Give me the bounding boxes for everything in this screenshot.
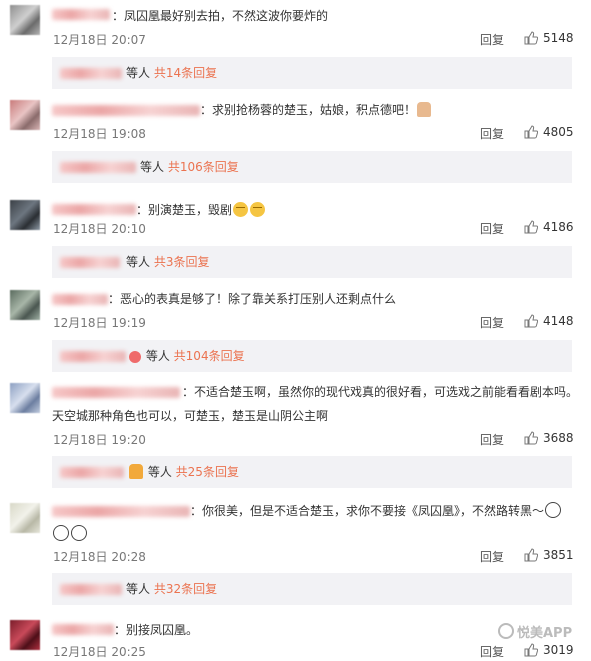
like-count: 4148 [543,314,574,328]
like-count: 4805 [543,125,574,139]
sub-replies-count[interactable]: 共25条回复 [176,465,239,479]
like-count: 3688 [543,431,574,445]
comment-time: 12月18日 19:20 [53,433,146,447]
face-emoji-icon [53,525,69,541]
sub-replies-count[interactable]: 共106条回复 [168,160,239,174]
sub-username-blurred [60,584,122,595]
comment-time: 12月18日 20:25 [53,645,146,659]
thumbs-up-icon [524,314,538,328]
sub-replies-text: 等人 共25条回复 [128,464,239,480]
like-count: 3019 [543,643,574,657]
sub-replies-count[interactable]: 共104条回复 [174,349,245,363]
comment-time: 12月18日 19:19 [53,316,146,330]
avatar[interactable] [10,383,40,413]
like-button[interactable]: 3688 [524,431,574,445]
sub-replies-box[interactable]: 等人 共25条回复 [52,456,572,488]
face-emoji-icon [71,525,87,541]
sub-replies-count[interactable]: 共3条回复 [154,255,210,269]
reply-button[interactable]: 回复 [480,643,504,660]
username-blurred[interactable] [52,506,190,517]
sub-replies-box[interactable]: 等人 共32条回复 [52,573,572,605]
comment-item: ：别演楚玉，毁剧 12月18日 20:10 回复 4186 等人 共3条回复 [0,190,591,285]
like-button[interactable]: 4805 [524,125,574,139]
like-button[interactable]: 5148 [524,31,574,45]
comment-emojis [52,523,551,545]
like-count: 3851 [543,548,574,562]
sub-replies-text: 等人 共106条回复 [140,160,239,174]
reply-button[interactable]: 回复 [480,220,504,237]
comment-text: ：不适合楚玉啊，虽然你的现代戏真的很好看，可选戏之前能看看剧本吗。 [182,385,579,399]
username-blurred[interactable] [52,387,180,398]
avatar[interactable] [10,200,40,230]
comment-text: ：求别抢杨蓉的楚玉，姑娘，积点德吧！ [200,99,551,121]
username-blurred[interactable] [52,204,136,215]
sub-replies-text: 等人 共14条回复 [126,66,218,80]
praying-hands-icon [417,102,432,117]
like-count: 4186 [543,220,574,234]
like-button[interactable]: 3019 [524,643,574,657]
face-emoji-icon [545,502,562,518]
avatar[interactable] [10,290,40,320]
sub-replies-box[interactable]: 等人 共106条回复 [52,151,572,183]
reply-button[interactable]: 回复 [480,548,504,565]
avatar[interactable] [10,620,40,650]
comment-item: ：你很美，但是不适合楚玉，求你不要接《凤囚凰》，不然路转黑～ 12月18日 20… [0,495,591,610]
username-blurred[interactable] [52,9,110,20]
like-button[interactable]: 3851 [524,548,574,562]
heart-eyes-icon [129,351,141,363]
sub-replies-count[interactable]: 共14条回复 [154,66,217,80]
sub-username-blurred [60,351,126,362]
sub-replies-count[interactable]: 共32条回复 [154,582,217,596]
comment-item: ：求别抢杨蓉的楚玉，姑娘，积点德吧！ 12月18日 19:08 回复 4805 … [0,95,591,190]
like-button[interactable]: 4186 [524,220,574,234]
sad-face-icon [233,202,249,217]
avatar[interactable] [10,100,40,130]
reply-button[interactable]: 回复 [480,314,504,331]
like-button[interactable]: 4148 [524,314,574,328]
sub-replies-box[interactable]: 等人 共14条回复 [52,57,572,89]
comment-item: ：恶心的表真是够了！除了靠关系打压别人还剩点什么 12月18日 19:19 回复… [0,285,591,379]
sub-username-blurred [60,467,124,478]
like-count: 5148 [543,31,574,45]
comment-time: 12月18日 19:08 [53,127,146,141]
thumbs-up-icon [524,220,538,234]
emoji-icon [129,464,143,479]
sub-username-blurred [60,68,122,79]
reply-button[interactable]: 回复 [480,125,504,142]
thumbs-up-icon [524,548,538,562]
comment-text: ：你很美，但是不适合楚玉，求你不要接《凤囚凰》，不然路转黑～ [190,500,585,522]
comment-text: ：别接凤囚凰。 [114,623,199,637]
thumbs-up-icon [524,125,538,139]
sub-username-blurred [60,162,136,173]
sad-face-icon [250,202,266,217]
sub-replies-text: 等人 共32条回复 [126,582,218,596]
avatar[interactable] [10,5,40,35]
username-blurred[interactable] [52,105,200,116]
watermark-logo-icon [498,623,514,639]
comment-time: 12月18日 20:28 [53,550,146,564]
comment-item: ：不适合楚玉啊，虽然你的现代戏真的很好看，可选戏之前能看看剧本吗。 天空城那种角… [0,379,591,495]
comment-time: 12月18日 20:10 [53,222,146,236]
sub-replies-box[interactable]: 等人 共3条回复 [52,246,572,278]
thumbs-up-icon [524,431,538,445]
thumbs-up-icon [524,31,538,45]
reply-button[interactable]: 回复 [480,431,504,448]
username-blurred[interactable] [52,624,114,635]
reply-button[interactable]: 回复 [480,31,504,48]
comment-text: ：凤囚凰最好别去拍，不然这波你要炸的 [112,9,329,23]
sub-replies-text: 等人 共3条回复 [126,255,210,269]
comment-text-line2: 天空城那种角色也可以，可楚玉，楚玉是山阴公主啊 [52,409,329,423]
comment-text: ：恶心的表真是够了！除了靠关系打压别人还剩点什么 [108,292,397,306]
sub-replies-text: 等人 共104条回复 [128,348,245,364]
watermark: 悦美APP [498,622,572,641]
thumbs-up-icon [524,643,538,657]
comment-time: 12月18日 20:07 [53,33,146,47]
sub-username-blurred [60,257,120,268]
avatar[interactable] [10,503,40,533]
comment-item: ：凤囚凰最好别去拍，不然这波你要炸的 12月18日 20:07 回复 5148 … [0,0,591,95]
comment-text: ：别演楚玉，毁剧 [136,199,551,221]
sub-replies-box[interactable]: 等人 共104条回复 [52,340,572,372]
username-blurred[interactable] [52,294,108,305]
